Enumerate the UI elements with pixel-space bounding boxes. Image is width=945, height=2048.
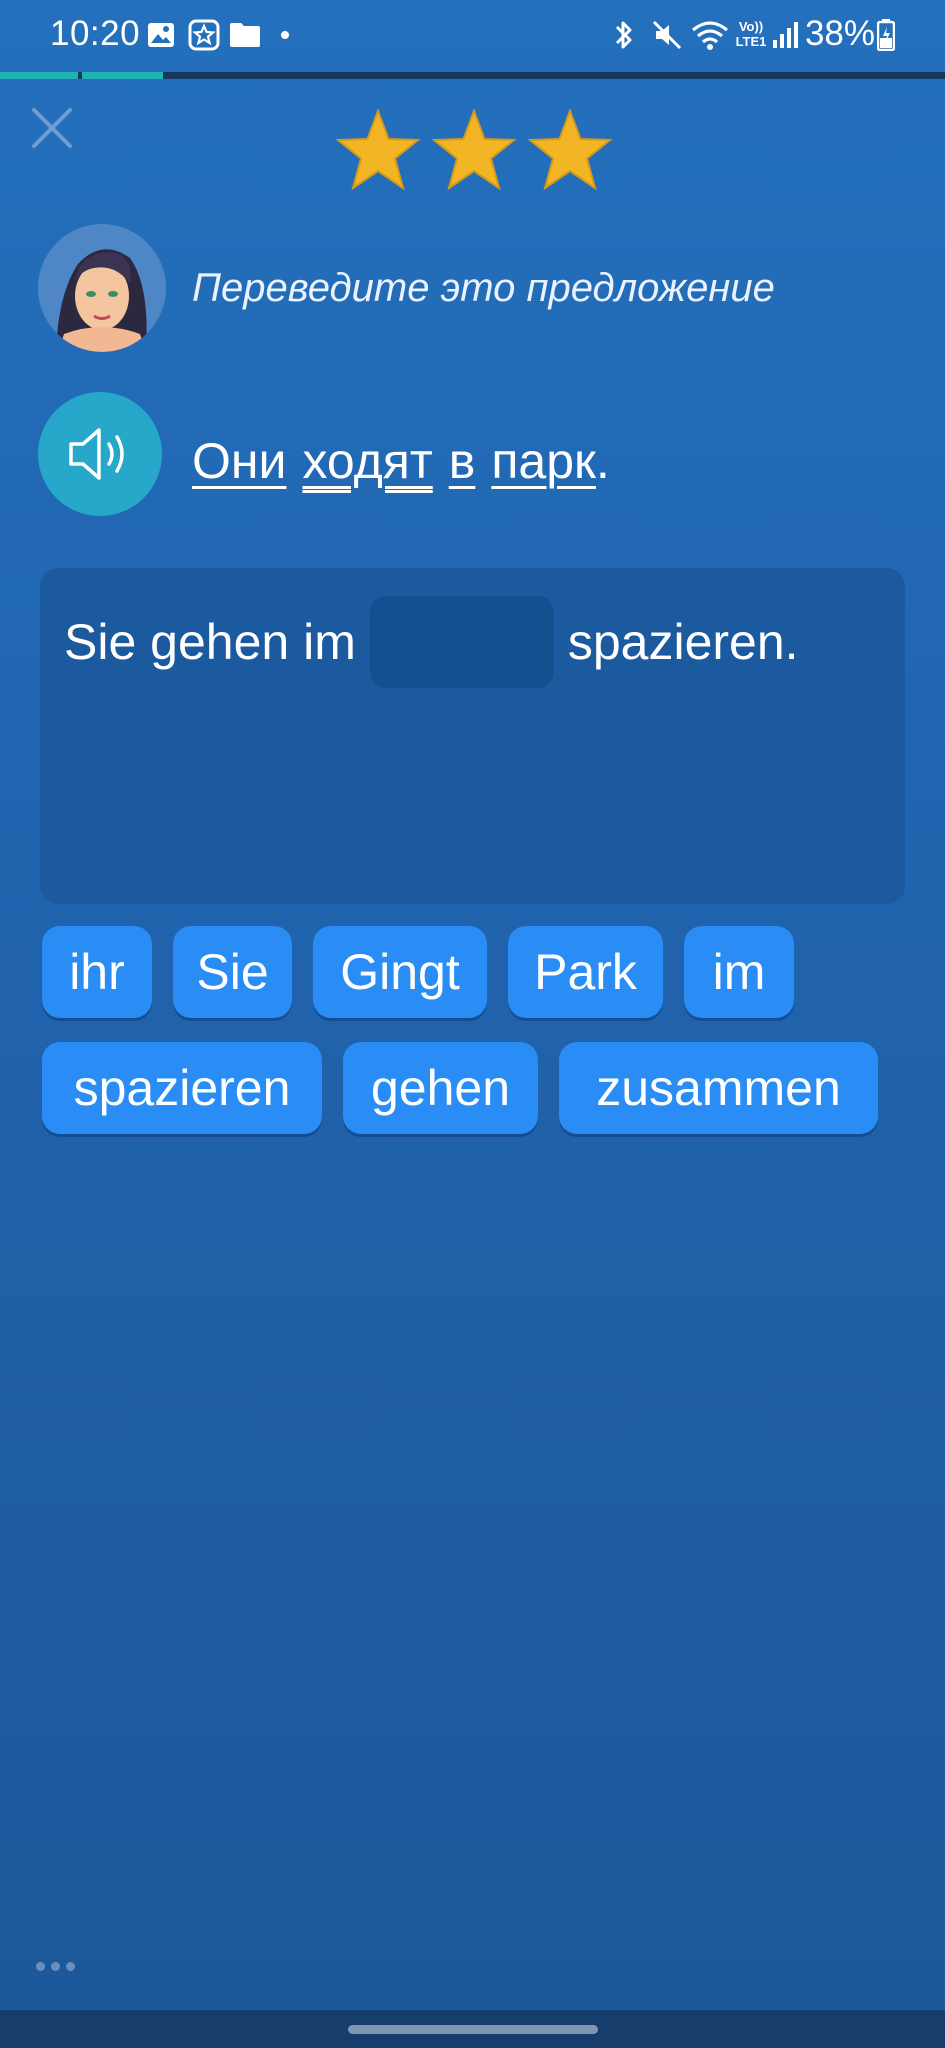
battery-percent: 38% [804,14,875,53]
image-icon [146,18,176,52]
star-icon [527,108,613,191]
source-sentence: Они ходят в парк . [192,432,610,490]
close-icon [32,108,72,148]
star-icon [431,108,517,191]
sentence-word[interactable]: ходят [302,432,432,490]
word-bank-row: spazieren gehen zusammen [42,1042,878,1134]
star-icon [335,108,421,191]
status-time: 10:20 [50,14,141,53]
word-chip[interactable]: gehen [343,1042,538,1134]
wifi-icon [690,18,730,52]
word-chip[interactable]: spazieren [42,1042,322,1134]
dot-icon [278,18,292,52]
status-bar: 10:20 Vo)) LTE1 38% [0,0,945,72]
sentence-word[interactable]: Они [192,432,286,490]
signal-icon [770,18,800,52]
word-bank-row: ihr Sie Gingt Park im [42,926,794,1018]
speaker-icon [69,428,124,480]
volte-icon: Vo)) LTE1 [735,19,767,49]
word-chip[interactable]: Park [508,926,663,1018]
mute-icon [650,18,684,52]
answer-line: Sie gehen im spazieren. [64,596,799,688]
sentence-word[interactable]: парк [491,432,596,490]
word-chip[interactable]: im [684,926,794,1018]
sentence-period: . [595,433,610,489]
instruction-text: Переведите это предложение [192,266,775,310]
battery-icon [876,18,896,52]
answer-area[interactable]: Sie gehen im spazieren. [40,568,905,904]
star-badge-icon [187,18,221,52]
system-nav-bar [0,2010,945,2048]
answer-text-before: Sie gehen im [64,614,356,670]
word-chip[interactable]: ihr [42,926,152,1018]
bluetooth-icon [610,18,638,52]
word-chip[interactable]: zusammen [559,1042,878,1134]
answer-blank-slot[interactable] [369,596,554,688]
word-chip[interactable]: Sie [173,926,292,1018]
folder-icon [228,18,262,52]
progress-segment-divider [78,72,82,79]
tutor-avatar [38,224,166,352]
play-audio-button[interactable] [38,392,162,516]
word-chip[interactable]: Gingt [313,926,487,1018]
close-button[interactable] [28,104,76,152]
answer-text-after: spazieren. [567,614,799,670]
rating-stars [335,108,615,194]
sentence-word[interactable]: в [449,432,476,490]
lesson-progress-bar [0,72,945,79]
home-gesture-handle[interactable] [348,2025,598,2034]
more-options-icon[interactable] [36,1962,75,1971]
